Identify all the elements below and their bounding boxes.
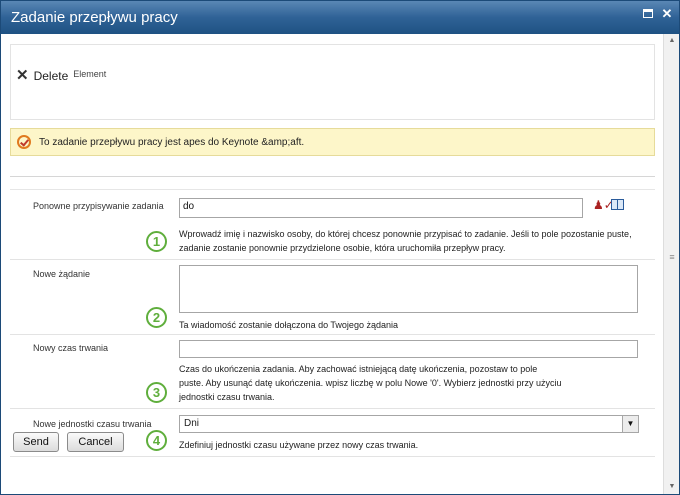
step-badge-2: 2 xyxy=(146,307,167,328)
ribbon: ✕ Delete Element xyxy=(10,44,655,120)
dialog-title: Zadanie przepływu pracy xyxy=(11,9,178,26)
scroll-up-icon[interactable]: ▲ xyxy=(667,36,677,46)
desc-line: Zdefiniuj jednostki czasu używane przez … xyxy=(179,440,419,450)
scroll-grip-icon[interactable]: ≡ xyxy=(667,252,677,262)
desc-line: zadanie zostanie ponownie przydzielone o… xyxy=(179,243,506,253)
units-selected-value: Dni xyxy=(184,418,200,429)
desc-line: Ta wiadomość zostanie dołączona do Twoje… xyxy=(179,320,398,330)
chevron-down-icon[interactable]: ▼ xyxy=(622,416,638,432)
scroll-down-icon[interactable]: ▼ xyxy=(667,482,677,492)
request-label: Nowe żądanie xyxy=(33,269,91,279)
duration-description: Czas do ukończenia zadania. Aby zachować… xyxy=(179,362,562,404)
desc-line: puste. Aby usunąć datę ukończenia. wpisz… xyxy=(179,378,562,388)
form-header-band xyxy=(10,177,655,190)
reassign-description: Wprowadź imię i nazwisko osoby, do które… xyxy=(179,227,632,255)
row-divider xyxy=(10,334,655,335)
vertical-scrollbar[interactable]: ▲ ≡ ▼ xyxy=(663,34,679,494)
cancel-button[interactable]: Cancel xyxy=(67,432,124,452)
desc-line: jednostki czasu trwania. xyxy=(179,392,275,402)
duration-input[interactable] xyxy=(179,340,638,358)
address-book-icon[interactable] xyxy=(611,199,624,210)
dialog-content: ✕ Delete Element To zadanie przepływu pr… xyxy=(2,34,663,494)
delete-label: Delete xyxy=(33,69,69,83)
units-select[interactable]: Dni ▼ xyxy=(179,415,639,433)
request-textarea[interactable] xyxy=(179,265,638,313)
notice-text: To zadanie przepływu pracy jest apes do … xyxy=(39,136,305,148)
x-icon: ✕ xyxy=(16,67,29,84)
units-description: Zdefiniuj jednostki czasu używane przez … xyxy=(179,438,418,452)
reassign-label: Ponowne przypisywanie zadania xyxy=(33,201,164,211)
status-notice: To zadanie przepływu pracy jest apes do … xyxy=(10,128,655,156)
step-badge-1: 1 xyxy=(146,231,167,252)
step-badge-4: 4 xyxy=(146,430,167,451)
row-divider xyxy=(10,408,655,409)
title-bar: Zadanie przepływu pracy ✕ xyxy=(1,1,679,34)
task-form: Ponowne przypisywanie zadania do ♟✓ 1 Wp… xyxy=(10,176,655,457)
row-divider xyxy=(10,259,655,260)
maximize-icon[interactable] xyxy=(640,7,656,21)
reassign-input[interactable]: do xyxy=(179,198,583,218)
request-description: Ta wiadomość zostanie dołączona do Twoje… xyxy=(179,318,398,332)
workflow-task-dialog: Zadanie przepływu pracy ✕ ✕ Delete Eleme… xyxy=(0,0,680,495)
close-icon[interactable]: ✕ xyxy=(659,7,675,21)
delete-button[interactable]: ✕ Delete Element xyxy=(16,66,106,86)
step-badge-3: 3 xyxy=(146,382,167,403)
desc-line: Wprowadź imię i nazwisko osoby, do które… xyxy=(179,229,632,239)
row-divider xyxy=(10,456,655,457)
duration-label: Nowy czas trwania xyxy=(33,343,109,353)
units-label: Nowe jednostki czasu trwania xyxy=(33,419,152,429)
element-group-label: Element xyxy=(73,69,107,79)
task-status-icon xyxy=(17,135,31,149)
send-button[interactable]: Send xyxy=(13,432,59,452)
desc-line: Czas do ukończenia zadania. Aby zachować… xyxy=(179,364,538,374)
